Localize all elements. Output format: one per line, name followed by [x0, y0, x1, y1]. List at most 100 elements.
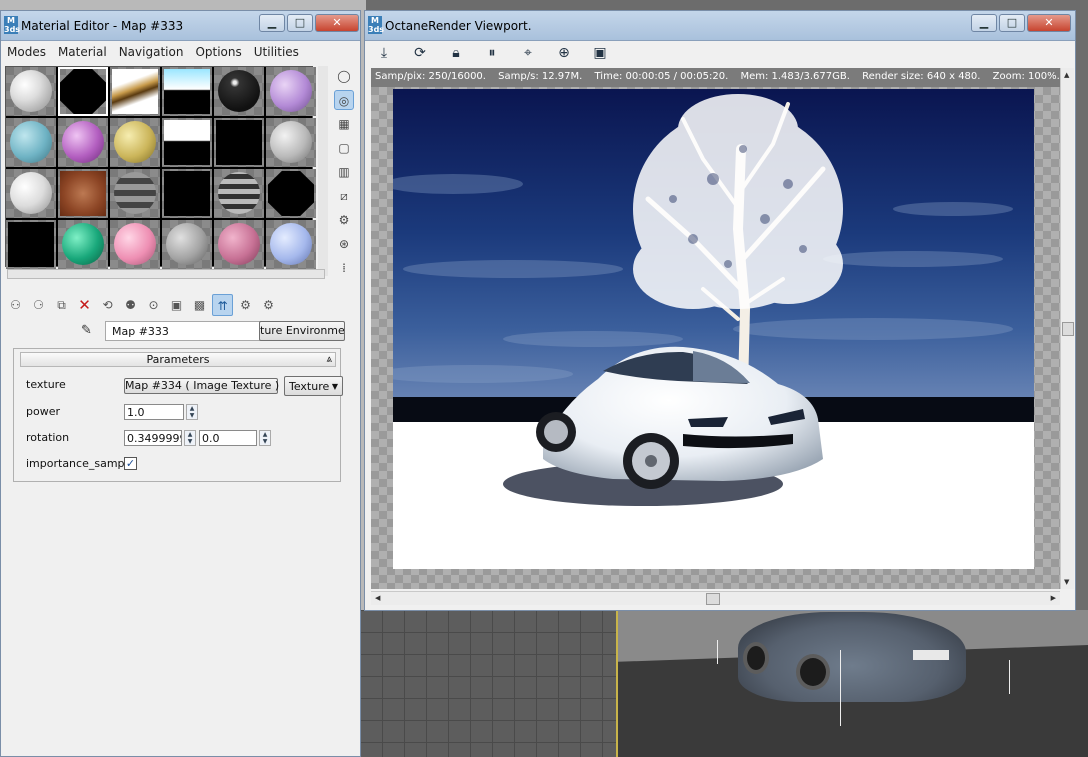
make-unique-icon[interactable]: ⟲	[97, 294, 118, 316]
slots-horizontal-scrollbar[interactable]	[7, 269, 325, 279]
assign-to-selection-icon[interactable]: ⧉	[51, 294, 72, 316]
material-slot[interactable]	[6, 169, 56, 218]
maximize-button[interactable]: □	[287, 14, 313, 32]
material-slot[interactable]	[214, 220, 264, 269]
menu-material[interactable]: Material	[52, 42, 113, 61]
material-slot[interactable]	[162, 169, 212, 218]
material-slot[interactable]	[162, 118, 212, 167]
rotation-y-spinner[interactable]: ▲ ▼	[259, 430, 271, 446]
white-balance-picker-icon[interactable]: ⊕	[553, 43, 575, 63]
power-input[interactable]: 1.0	[124, 404, 184, 420]
video-color-check-icon[interactable]: ▥	[334, 162, 354, 182]
show-end-result-icon[interactable]: ▩	[189, 294, 210, 316]
octane-titlebar[interactable]: M 3ds OctaneRender Viewport. ▁ □ ✕	[365, 11, 1075, 41]
sample-type-sphere-icon[interactable]: ◯	[334, 66, 354, 86]
rotation-x-input[interactable]: 0.34999999	[124, 430, 182, 446]
show-shaded-map-icon[interactable]: ▣	[166, 294, 187, 316]
material-slot[interactable]	[266, 118, 316, 167]
rotation-y-input[interactable]: 0.0	[199, 430, 257, 446]
make-preview-icon[interactable]: ⧄	[334, 186, 354, 206]
background-checker-icon[interactable]: ▦	[334, 114, 354, 134]
chevron-down-icon: ▼	[331, 382, 338, 391]
material-slot[interactable]	[110, 220, 160, 269]
menu-options[interactable]: Options	[189, 42, 247, 61]
options-icon[interactable]: ⚙	[334, 210, 354, 230]
region-render-icon[interactable]: ▣	[589, 43, 611, 63]
focus-picker-icon[interactable]: ⌖	[517, 43, 539, 63]
material-slot[interactable]	[266, 169, 316, 218]
material-slot[interactable]	[58, 118, 108, 167]
material-slot[interactable]	[266, 220, 316, 269]
parameters-rollout-header[interactable]: Parameters ⩓	[20, 352, 336, 367]
menu-utilities[interactable]: Utilities	[248, 42, 305, 61]
material-slot[interactable]	[6, 220, 56, 269]
material-slot-selected[interactable]	[58, 67, 108, 116]
material-slot[interactable]	[214, 118, 264, 167]
restart-render-icon[interactable]: ⟳	[409, 43, 431, 63]
collapse-icon[interactable]: ⩓	[326, 353, 332, 366]
backlight-icon[interactable]: ◎	[334, 90, 354, 110]
material-slots-grid	[5, 66, 316, 269]
go-forward-sibling-icon[interactable]: ⚙	[235, 294, 256, 316]
select-by-material-icon[interactable]: ⊛	[334, 234, 354, 254]
material-slot[interactable]	[110, 118, 160, 167]
material-map-navigator-icon[interactable]: ⁞	[334, 258, 354, 278]
sample-uv-tiling-icon[interactable]: ▢	[334, 138, 354, 158]
menu-modes[interactable]: Modes	[1, 42, 52, 61]
close-button[interactable]: ✕	[1027, 14, 1071, 32]
material-slot[interactable]	[58, 169, 108, 218]
material-slot[interactable]	[214, 67, 264, 116]
scroll-left-icon[interactable]: ◀	[375, 594, 380, 602]
material-slot[interactable]	[6, 118, 56, 167]
memory-usage: Mem: 1.483/3.677GB.	[740, 71, 850, 82]
material-slot[interactable]	[110, 169, 160, 218]
scroll-right-icon[interactable]: ▶	[1051, 594, 1056, 602]
material-slot[interactable]	[110, 67, 160, 116]
material-slot[interactable]	[162, 67, 212, 116]
render-image[interactable]	[393, 89, 1034, 569]
texture-type-value: Texture	[289, 380, 330, 393]
eyedropper-icon[interactable]: ✎	[81, 323, 99, 341]
power-spinner[interactable]: ▲ ▼	[186, 404, 198, 420]
scroll-down-icon[interactable]: ▼	[1064, 578, 1069, 586]
put-to-scene-icon[interactable]: ⚆	[28, 294, 49, 316]
render-canvas-area[interactable]	[371, 87, 1061, 589]
texture-type-dropdown[interactable]: Texture ▼	[284, 376, 343, 396]
material-slot[interactable]	[162, 220, 212, 269]
material-slot[interactable]	[266, 67, 316, 116]
save-render-icon[interactable]: ⤓	[373, 43, 395, 63]
samples-per-second: Samp/s: 12.97M.	[498, 71, 583, 82]
viewport-left-grid[interactable]	[360, 610, 618, 757]
pick-material-icon[interactable]: ⚙	[258, 294, 279, 316]
window-title: Material Editor - Map #333	[21, 19, 184, 33]
maximize-button[interactable]: □	[999, 14, 1025, 32]
vertical-scroll-thumb[interactable]	[1062, 322, 1074, 336]
minimize-button[interactable]: ▁	[259, 14, 285, 32]
rotation-x-spinner[interactable]: ▲ ▼	[184, 430, 196, 446]
material-slot[interactable]	[6, 67, 56, 116]
close-button[interactable]: ✕	[315, 14, 359, 32]
pause-icon[interactable]: ⏸︎	[481, 43, 503, 63]
viewport-car-model[interactable]	[738, 612, 966, 702]
importance-sampling-checkbox[interactable]: ✓	[124, 457, 137, 470]
slots-vertical-scrollbar[interactable]	[318, 66, 328, 276]
put-to-library-icon[interactable]: ⚉	[120, 294, 141, 316]
scroll-up-icon[interactable]: ▲	[1064, 71, 1069, 79]
minimize-button[interactable]: ▁	[971, 14, 997, 32]
material-editor-titlebar[interactable]: M 3ds Material Editor - Map #333 ▁ □ ✕	[1, 11, 360, 41]
map-type-button[interactable]: ture Environment	[259, 321, 345, 341]
zoom-level: Zoom: 100%.	[992, 71, 1060, 82]
get-material-icon[interactable]: ⚇	[5, 294, 26, 316]
lock-icon[interactable]: 🔒︎	[445, 43, 467, 63]
go-to-parent-icon[interactable]: ⇈	[212, 294, 233, 316]
menu-navigation[interactable]: Navigation	[113, 42, 190, 61]
horizontal-scroll-thumb[interactable]	[706, 593, 720, 605]
material-slot[interactable]	[58, 220, 108, 269]
texture-map-button[interactable]: Map #334 ( Image Texture )	[124, 378, 279, 394]
render-horizontal-scrollbar[interactable]: ◀ ▶	[371, 591, 1060, 605]
render-vertical-scrollbar[interactable]: ▲ ▼	[1060, 68, 1074, 589]
material-slot[interactable]	[214, 169, 264, 218]
menu-bar: Modes Material Navigation Options Utilit…	[1, 42, 360, 61]
material-id-channel-icon[interactable]: ⊙	[143, 294, 164, 316]
reset-map-icon[interactable]: ✕	[74, 294, 95, 316]
